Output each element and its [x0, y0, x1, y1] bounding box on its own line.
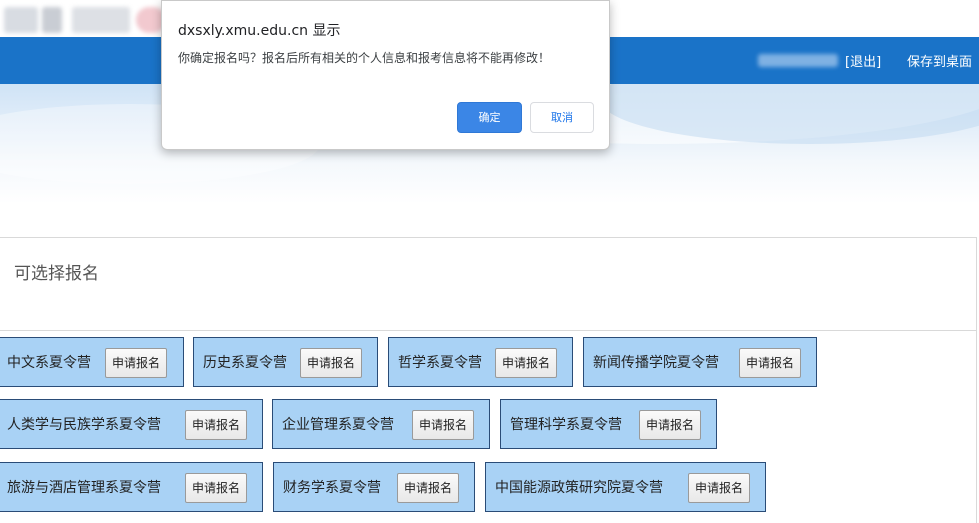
confirm-ok-button[interactable]: 确定	[457, 102, 522, 133]
logout-link[interactable]: [退出]	[845, 51, 881, 70]
dialog-title: dxsxly.xmu.edu.cn 显示	[178, 23, 341, 39]
camp-item: 历史系夏令营 申请报名	[193, 337, 378, 387]
camp-item: 新闻传播学院夏令营 申请报名	[583, 337, 817, 387]
camp-name: 中文系夏令营	[7, 355, 91, 371]
camp-item: 财务学系夏令营 申请报名	[273, 462, 475, 512]
camp-name: 新闻传播学院夏令营	[593, 355, 719, 371]
camp-name: 管理科学系夏令营	[510, 417, 622, 433]
camp-item: 管理科学系夏令营 申请报名	[500, 399, 717, 449]
apply-button[interactable]: 申请报名	[739, 348, 802, 378]
dialog-message: 你确定报名吗？报名后所有相关的个人信息和报考信息将不能再修改！	[178, 51, 551, 65]
camp-name: 旅游与酒店管理系夏令营	[7, 480, 161, 496]
blurred-site-logo	[0, 4, 168, 34]
apply-button[interactable]: 申请报名	[688, 473, 751, 503]
page: [退出] 保存到桌面 可选择报名 中文系夏令营 申请报名 历史系夏令营 申请报名…	[0, 0, 979, 523]
camp-name: 哲学系夏令营	[398, 355, 482, 371]
confirm-dialog: dxsxly.xmu.edu.cn 显示 你确定报名吗？报名后所有相关的个人信息…	[161, 0, 610, 150]
camp-name: 企业管理系夏令营	[282, 417, 394, 433]
apply-button[interactable]: 申请报名	[397, 473, 460, 503]
camp-name: 财务学系夏令营	[283, 480, 381, 496]
camp-item: 中国能源政策研究院夏令营 申请报名	[485, 462, 766, 512]
apply-button[interactable]: 申请报名	[300, 348, 363, 378]
panel-divider	[0, 330, 976, 331]
camp-name: 历史系夏令营	[203, 355, 287, 371]
apply-button[interactable]: 申请报名	[639, 410, 702, 440]
camp-item: 哲学系夏令营 申请报名	[388, 337, 573, 387]
camp-item: 人类学与民族学系夏令营 申请报名	[0, 399, 263, 449]
camp-item: 旅游与酒店管理系夏令营 申请报名	[0, 462, 263, 512]
camp-item: 企业管理系夏令营 申请报名	[272, 399, 490, 449]
blurred-username	[758, 54, 838, 67]
apply-button[interactable]: 申请报名	[185, 473, 248, 503]
confirm-cancel-button[interactable]: 取消	[530, 102, 594, 133]
save-to-desktop-link[interactable]: 保存到桌面	[907, 51, 972, 70]
camp-name: 中国能源政策研究院夏令营	[495, 480, 663, 496]
apply-button[interactable]: 申请报名	[495, 348, 558, 378]
panel-title: 可选择报名	[14, 264, 99, 284]
apply-button[interactable]: 申请报名	[105, 348, 168, 378]
camp-name: 人类学与民族学系夏令营	[7, 417, 161, 433]
camp-item: 中文系夏令营 申请报名	[0, 337, 184, 387]
apply-button[interactable]: 申请报名	[412, 410, 475, 440]
signup-panel: 可选择报名 中文系夏令营 申请报名 历史系夏令营 申请报名 哲学系夏令营 申请报…	[0, 237, 977, 523]
apply-button[interactable]: 申请报名	[185, 410, 248, 440]
